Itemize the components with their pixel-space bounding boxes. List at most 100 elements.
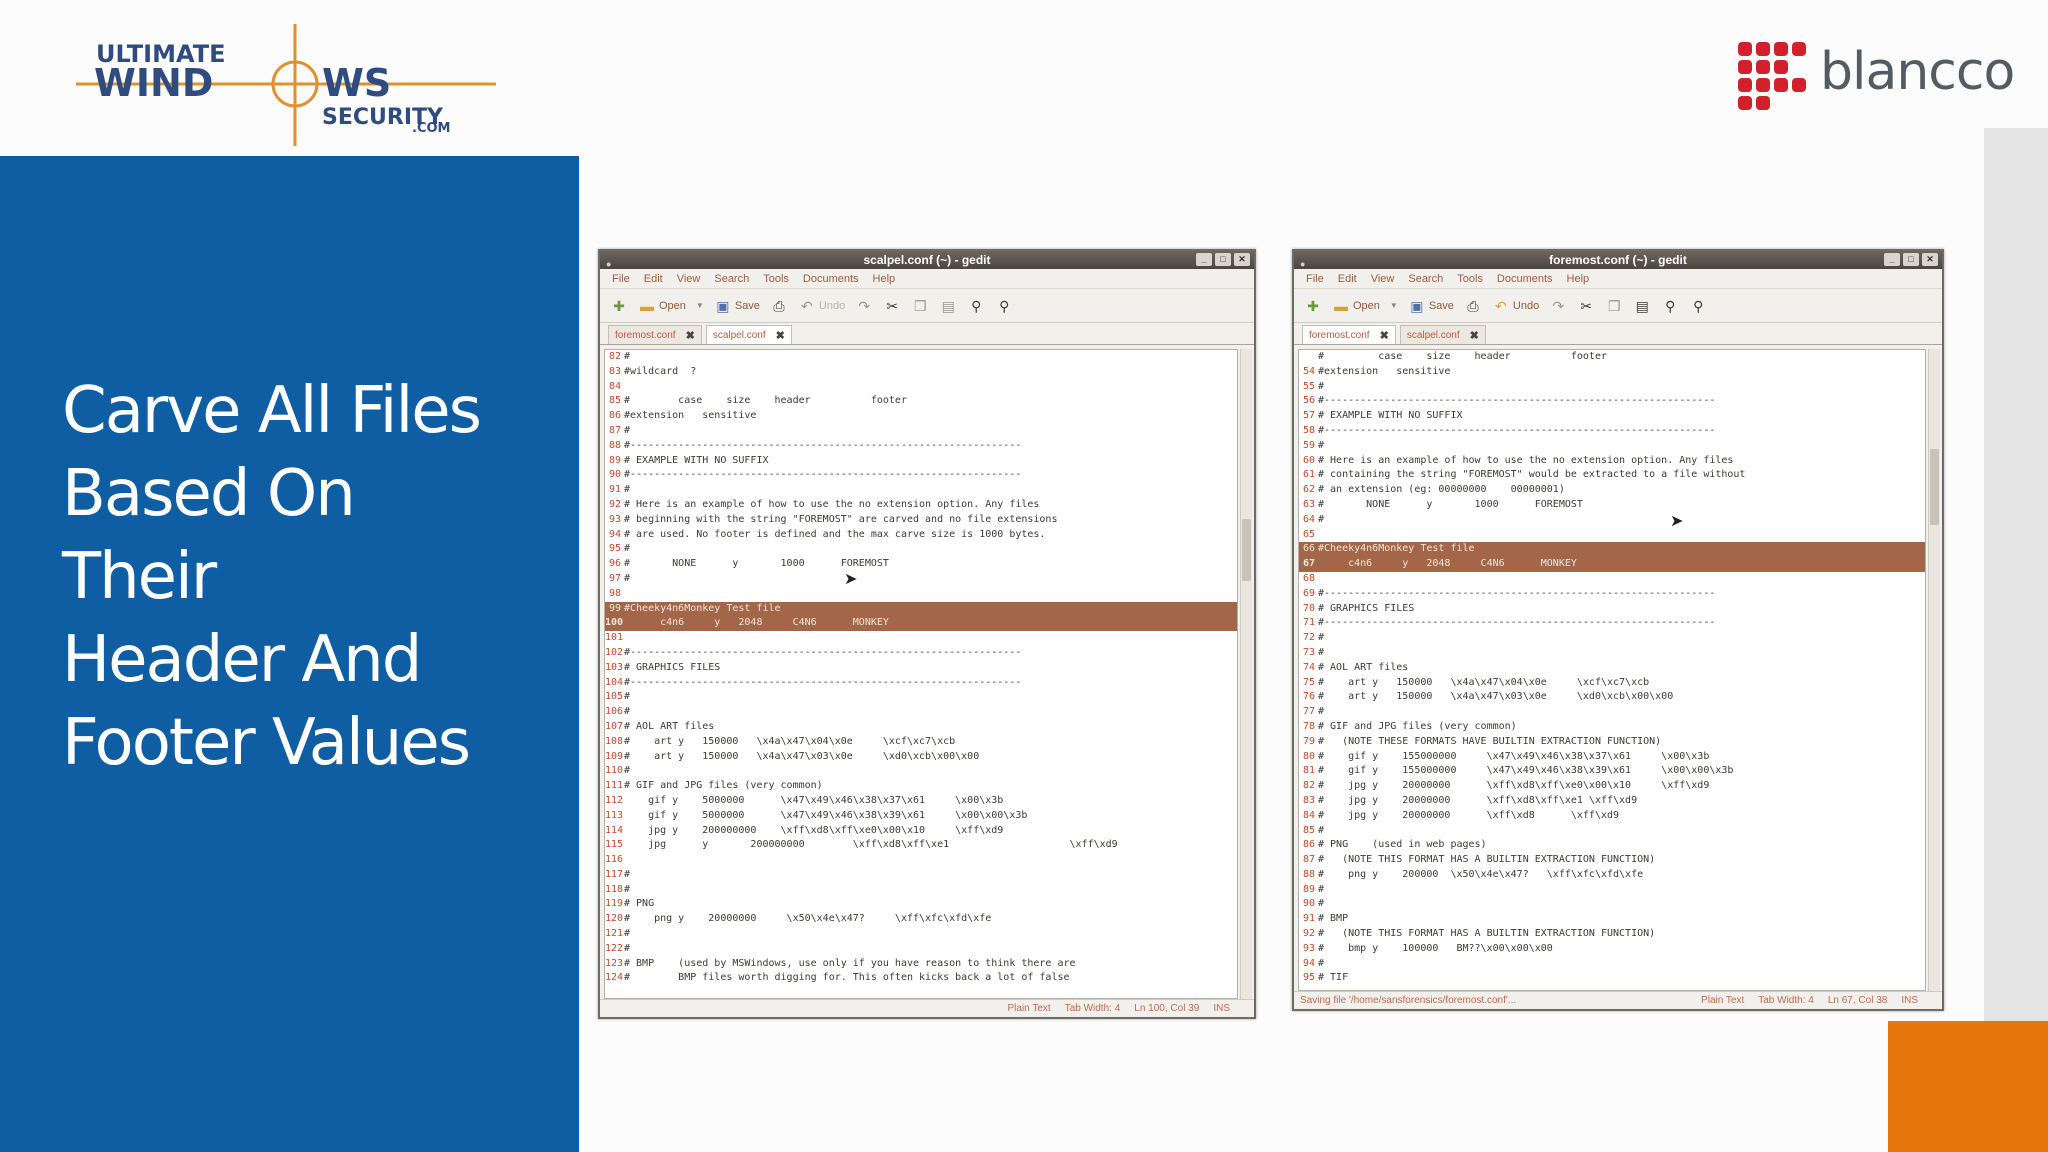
print-button[interactable]: ⎙ (1464, 297, 1482, 315)
cut-button[interactable]: ✂ (883, 297, 901, 315)
code-line[interactable]: 76 # art y 150000 \x4a\x47\x03\x0e \xd0\x… (1299, 690, 1925, 705)
code-line[interactable]: 124 # BMP files worth digging for. This o… (605, 971, 1237, 986)
menu-view[interactable]: View (677, 273, 701, 285)
window-menu-icon[interactable]: ● (1300, 255, 1305, 273)
code-line[interactable]: 87 # (NOTE THIS FORMAT HAS A BUILTIN EXTR… (1299, 853, 1925, 868)
code-line[interactable]: 65 (1299, 528, 1925, 543)
close-tab-icon[interactable]: ✖ (1470, 329, 1479, 342)
text-editor[interactable]: # case size header footer 54 #extension se… (1298, 349, 1926, 991)
replace-button[interactable]: ⚲ (995, 297, 1013, 315)
tab-foremost-conf[interactable]: foremost.conf ✖ (1302, 325, 1396, 344)
find-button[interactable]: ⚲ (1661, 297, 1679, 315)
code-line[interactable]: 73 # (1299, 646, 1925, 661)
code-line[interactable]: 58 #-------------------------------------… (1299, 424, 1925, 439)
code-line[interactable]: 67 c4n6 y 2048 C4N6 MONKEY (1299, 557, 1925, 572)
code-line[interactable]: 69 #-------------------------------------… (1299, 587, 1925, 602)
code-line[interactable]: 90 # (1299, 897, 1925, 912)
tab-scalpel-conf[interactable]: scalpel.conf ✖ (705, 325, 792, 344)
close-tab-icon[interactable]: ✖ (776, 329, 785, 342)
code-line[interactable]: 56 #-------------------------------------… (1299, 394, 1925, 409)
menu-documents[interactable]: Documents (803, 273, 859, 285)
code-line[interactable]: 89 # EXAMPLE WITH NO SUFFIX (605, 454, 1237, 469)
code-line[interactable]: 91 # BMP (1299, 912, 1925, 927)
tab-foremost-conf[interactable]: foremost.conf ✖ (608, 325, 702, 344)
close-button[interactable]: ✕ (1234, 253, 1250, 266)
code-line[interactable]: 100 c4n6 y 2048 C4N6 MONKEY (605, 616, 1237, 632)
code-line[interactable]: 104 #------------------------------------… (605, 676, 1237, 691)
code-line[interactable]: 55 # (1299, 380, 1925, 395)
menu-help[interactable]: Help (1567, 273, 1590, 285)
maximize-button[interactable]: □ (1215, 253, 1231, 266)
code-line[interactable]: 113 gif y 5000000 \x47\x49\x46\x38\x39\x… (605, 809, 1237, 824)
code-line[interactable]: 93 # beginning with the string "FOREMOST"… (605, 513, 1237, 528)
code-line[interactable]: 88 # png y 200000 \x50\x4e\x47? \xff\xfc\… (1299, 868, 1925, 883)
code-line[interactable]: 103 # GRAPHICS FILES (605, 661, 1237, 676)
code-line[interactable]: 83 #wildcard ? (605, 365, 1237, 380)
code-line[interactable]: 89 # (1299, 883, 1925, 898)
tab-scalpel-conf[interactable]: scalpel.conf ✖ (1399, 325, 1486, 344)
code-line[interactable]: 78 # GIF and JPG files (very common) (1299, 720, 1925, 735)
find-button[interactable]: ⚲ (967, 297, 985, 315)
language-selector[interactable]: Plain Text (1701, 995, 1744, 1006)
code-line[interactable]: 62 # an extension (eg: 00000000 00000001) (1299, 483, 1925, 498)
menu-file[interactable]: File (1306, 273, 1324, 285)
open-button[interactable]: ▬ Open (638, 297, 686, 315)
code-line[interactable]: 84 (605, 380, 1237, 395)
code-line[interactable]: 108 # art y 150000 \x4a\x47\x04\x0e \xcf\… (605, 735, 1237, 750)
code-line[interactable]: 85 # (1299, 824, 1925, 839)
code-line[interactable]: 86 #extension sensitive (605, 409, 1237, 424)
code-line[interactable]: 95 # TIF (1299, 971, 1925, 986)
close-button[interactable]: ✕ (1922, 253, 1938, 266)
replace-button[interactable]: ⚲ (1689, 297, 1707, 315)
text-editor[interactable]: 82 #83 #wildcard ? 84 85 # case size header f… (604, 349, 1238, 999)
code-line[interactable]: 83 # jpg y 20000000 \xff\xd8\xff\xe1 \xff… (1299, 794, 1925, 809)
language-selector[interactable]: Plain Text (1007, 1003, 1050, 1014)
menu-view[interactable]: View (1371, 273, 1395, 285)
maximize-button[interactable]: □ (1903, 253, 1919, 266)
menu-file[interactable]: File (612, 273, 630, 285)
code-line[interactable]: 74 # AOL ART files (1299, 661, 1925, 676)
code-line[interactable]: 71 #-------------------------------------… (1299, 616, 1925, 631)
new-button[interactable]: ✚ (610, 297, 628, 315)
code-line[interactable]: 91 # (605, 483, 1237, 498)
code-line[interactable]: 106 # (605, 705, 1237, 720)
window-menu-icon[interactable]: ● (606, 255, 611, 273)
code-line[interactable]: 57 # EXAMPLE WITH NO SUFFIX (1299, 409, 1925, 424)
code-line[interactable]: 87 # (605, 424, 1237, 439)
menu-search[interactable]: Search (1408, 273, 1443, 285)
code-line[interactable]: 75 # art y 150000 \x4a\x47\x04\x0e \xcf\x… (1299, 676, 1925, 691)
tab-width-selector[interactable]: Tab Width: 4 (1065, 1003, 1121, 1014)
paste-button[interactable]: ▤ (939, 297, 957, 315)
minimize-button[interactable]: _ (1884, 253, 1900, 266)
menu-edit[interactable]: Edit (1338, 273, 1357, 285)
scrollbar-thumb[interactable] (1930, 449, 1939, 525)
menu-search[interactable]: Search (714, 273, 749, 285)
copy-button[interactable]: ❐ (1605, 297, 1623, 315)
code-line[interactable]: 94 # (1299, 957, 1925, 972)
code-line[interactable]: 82 # (605, 350, 1237, 365)
close-tab-icon[interactable]: ✖ (686, 329, 695, 342)
code-line[interactable]: 95 # (605, 542, 1237, 557)
code-line[interactable]: 118 # (605, 883, 1237, 898)
menu-documents[interactable]: Documents (1497, 273, 1553, 285)
code-line[interactable]: 92 # Here is an example of how to use the… (605, 498, 1237, 513)
menu-edit[interactable]: Edit (644, 273, 663, 285)
code-line[interactable]: 111 # GIF and JPG files (very common) (605, 779, 1237, 794)
undo-button[interactable]: ↶ Undo (798, 297, 845, 315)
code-line[interactable]: 99 #Cheeky4n6Monkey Test file (605, 601, 1237, 617)
vertical-scrollbar[interactable] (1240, 349, 1252, 999)
code-line[interactable]: 101 (605, 631, 1237, 646)
code-line[interactable]: 64 # (1299, 513, 1925, 528)
code-line[interactable]: 90 #-------------------------------------… (605, 468, 1237, 483)
code-line[interactable]: 105 # (605, 690, 1237, 705)
code-line[interactable]: 80 # gif y 155000000 \x47\x49\x46\x38\x37… (1299, 750, 1925, 765)
open-button[interactable]: ▬ Open (1332, 297, 1380, 315)
code-line[interactable]: 59 # (1299, 439, 1925, 454)
print-button[interactable]: ⎙ (770, 297, 788, 315)
paste-button[interactable]: ▤ (1633, 297, 1651, 315)
code-line[interactable]: 119 # PNG (605, 897, 1237, 912)
code-line[interactable]: 81 # gif y 155000000 \x47\x49\x46\x38\x39… (1299, 764, 1925, 779)
code-line[interactable]: 77 # (1299, 705, 1925, 720)
code-line[interactable]: 68 (1299, 572, 1925, 587)
code-line[interactable]: 93 # bmp y 100000 BM??\x00\x00\x00 (1299, 942, 1925, 957)
